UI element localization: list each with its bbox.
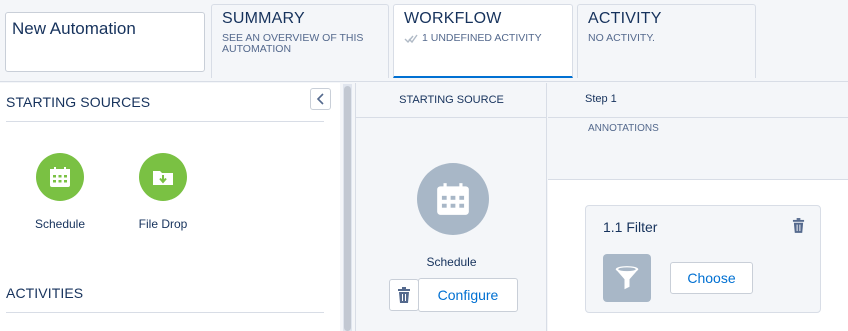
source-file-drop-label: File Drop xyxy=(138,217,188,231)
collapse-panel-button[interactable] xyxy=(310,88,331,110)
activity-card[interactable]: 1.1 Filter Choose xyxy=(585,205,821,313)
tab-summary[interactable]: SUMMARY SEE AN OVERVIEW OF THIS AUTOMATI… xyxy=(211,4,389,78)
delete-source-button[interactable] xyxy=(389,279,419,311)
panel-scrollbar[interactable] xyxy=(343,84,352,331)
step-column: Step 1 ANNOTATIONS 1.1 Filter Choose xyxy=(548,83,848,331)
automation-name: New Automation xyxy=(12,19,136,38)
tab-summary-subtitle: SEE AN OVERVIEW OF THIS AUTOMATION xyxy=(222,32,364,55)
starting-source-label: Schedule xyxy=(426,255,477,269)
tab-workflow-title: WORKFLOW xyxy=(404,10,502,27)
delete-activity-button[interactable] xyxy=(792,218,805,238)
calendar-icon[interactable] xyxy=(417,163,489,235)
step-header[interactable]: Step 1 xyxy=(548,83,848,118)
activity-card-title: 1.1 Filter xyxy=(603,219,658,235)
folder-download-icon xyxy=(139,153,187,201)
tab-activity-title: ACTIVITY xyxy=(588,10,662,27)
configure-button[interactable]: Configure xyxy=(418,278,518,312)
chevron-left-icon xyxy=(316,93,324,105)
scrollbar-thumb[interactable] xyxy=(344,86,351,331)
step-body: 1.1 Filter Choose xyxy=(548,180,848,331)
calendar-icon xyxy=(36,153,84,201)
tab-activity[interactable]: ACTIVITY NO ACTIVITY. xyxy=(577,4,756,78)
source-schedule[interactable]: Schedule xyxy=(15,153,105,231)
activities-title: ACTIVITIES xyxy=(6,285,84,301)
tab-workflow[interactable]: WORKFLOW 1 UNDEFINED ACTIVITY xyxy=(393,4,573,78)
divider xyxy=(6,312,324,313)
starting-source-header: STARTING SOURCE xyxy=(356,83,547,118)
tab-summary-title: SUMMARY xyxy=(222,10,305,27)
annotations-label: ANNOTATIONS xyxy=(588,123,659,134)
step-title: Step 1 xyxy=(585,93,617,105)
tab-activity-subtitle: NO ACTIVITY. xyxy=(588,32,655,44)
trash-icon xyxy=(398,287,410,303)
double-check-icon xyxy=(404,34,418,44)
choose-button[interactable]: Choose xyxy=(670,262,753,294)
trash-icon xyxy=(792,218,805,233)
divider xyxy=(6,121,324,122)
automation-header: New Automation SUMMARY SEE AN OVERVIEW O… xyxy=(0,0,848,82)
automation-name-field[interactable]: New Automation xyxy=(5,12,205,72)
annotations-area[interactable]: ANNOTATIONS xyxy=(548,118,848,180)
funnel-icon xyxy=(603,254,651,302)
starting-source-column: STARTING SOURCE Schedule Configure xyxy=(355,83,547,331)
source-schedule-label: Schedule xyxy=(34,217,86,231)
activity-palette: STARTING SOURCES Schedule File Drop ACTI… xyxy=(0,83,340,331)
starting-sources-title: STARTING SOURCES xyxy=(6,94,151,110)
source-file-drop[interactable]: File Drop xyxy=(118,153,208,231)
tab-workflow-subtitle: 1 UNDEFINED ACTIVITY xyxy=(422,32,542,44)
